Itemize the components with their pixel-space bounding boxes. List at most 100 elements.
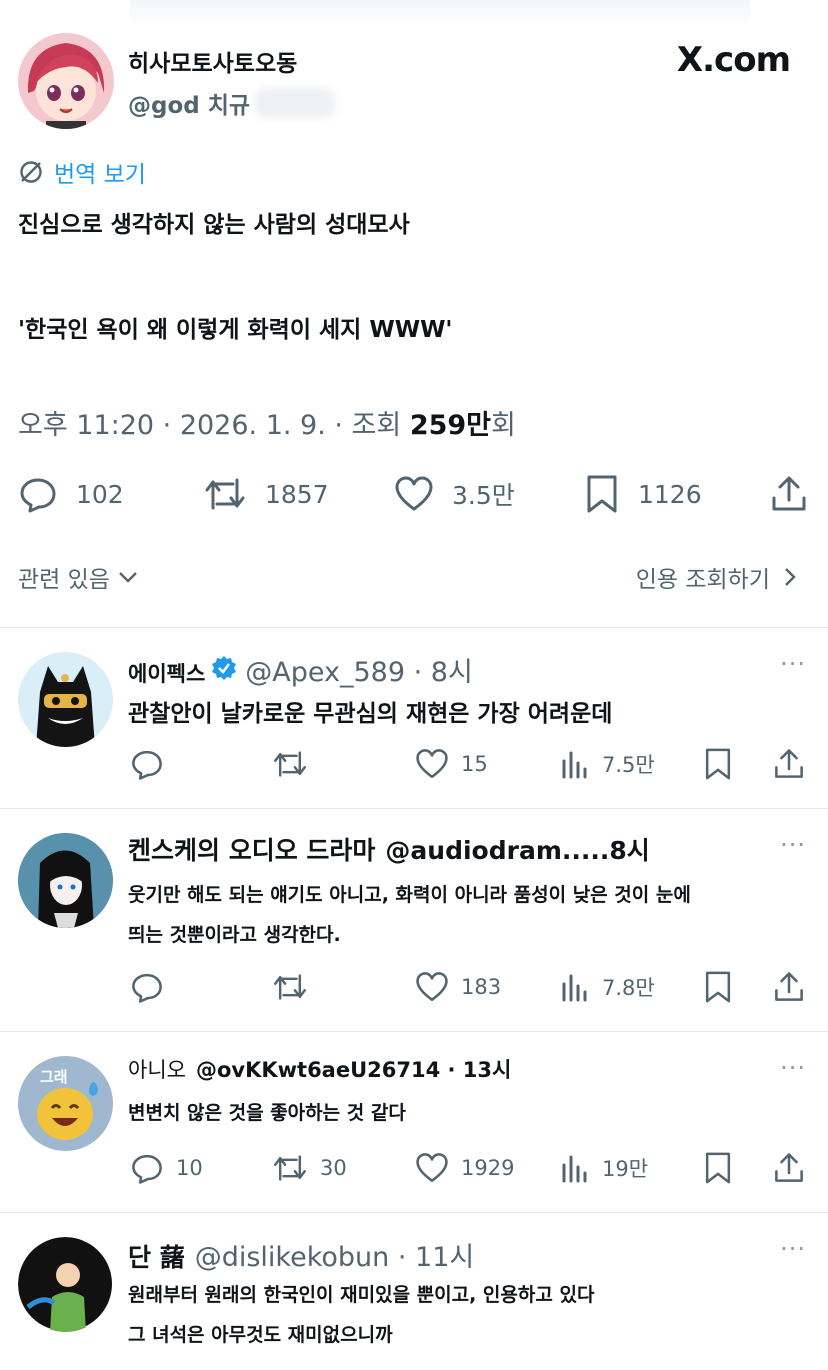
bookmark-icon — [587, 475, 617, 513]
reply-avatar[interactable] — [18, 833, 113, 928]
share-button[interactable] — [773, 1148, 817, 1188]
reply-icon — [20, 478, 56, 513]
related-toggle[interactable]: 관련 있음 — [18, 560, 140, 594]
share-button[interactable] — [773, 744, 817, 784]
chevron-right-icon — [785, 568, 796, 586]
main-action-bar: 102 1857 3.5만 1126 — [0, 470, 828, 520]
avatar-caption: 그래 — [40, 1068, 68, 1086]
translate-label: 번역 보기 — [54, 162, 146, 188]
like-icon — [416, 972, 448, 1002]
tweet-text-line-1: 진심으로 생각하지 않는 사람의 성대모사 — [18, 212, 410, 238]
like-button[interactable]: 15 — [415, 744, 488, 784]
reply-author-name[interactable]: 에이펙스 — [128, 658, 205, 688]
x-com-text: X.com — [676, 40, 791, 80]
repost-button[interactable]: 1857 — [203, 470, 329, 518]
reply-avatar[interactable] — [18, 1237, 113, 1332]
share-icon — [775, 1153, 803, 1182]
reply-button[interactable] — [130, 967, 176, 1007]
repost-count: 1857 — [265, 479, 329, 509]
reply-icon — [132, 973, 162, 1003]
like-icon — [416, 749, 448, 779]
bookmark-count: 1126 — [638, 479, 702, 509]
view-count-suffix: 회 — [491, 410, 516, 441]
reply-handle-time[interactable]: @dislikekobun · 11시 — [195, 1235, 475, 1274]
repost-button[interactable] — [272, 967, 320, 1007]
bookmark-button[interactable]: 1126 — [584, 470, 702, 518]
reply-text: 관찰안이 날카로운 무관심의 재현은 가장 어려운데 — [128, 701, 613, 727]
reply-text-line: 띄는 것뿐이라고 생각한다. — [128, 924, 341, 946]
reply-count: 102 — [76, 479, 124, 509]
tweet-meta: 오후 11:20 · 2026. 1. 9. · 조회 259만회 — [18, 403, 516, 442]
reply-author-name[interactable]: 아니오 — [128, 1054, 186, 1084]
reply-text: 변변치 않은 것을 좋아하는 것 같다 — [128, 1102, 406, 1124]
reply-item[interactable]: 에이펙스 @Apex_589 · 8시 ··· 관찰안이 날카로운 무관심의 재… — [0, 628, 828, 808]
like-count: 15 — [461, 752, 488, 776]
reply-button[interactable] — [130, 744, 176, 784]
more-icon[interactable]: ··· — [780, 831, 806, 859]
reply-text-line: 그 녀석은 아무것도 재미없으니까 — [128, 1324, 393, 1346]
reply-handle-time[interactable]: @ovKKwt6aeU26714 · 13시 — [196, 1054, 511, 1084]
views-count: 7.5만 — [602, 753, 655, 777]
views-icon — [562, 1155, 587, 1183]
reply-item[interactable]: 단 藷 @dislikekobun · 11시 ··· 원래부터 원래의 한국인… — [0, 1213, 828, 1370]
reply-button[interactable]: 10 — [130, 1148, 203, 1188]
reply-author-name[interactable]: 단 藷 — [128, 1238, 185, 1274]
related-label: 관련 있음 — [18, 567, 110, 593]
more-icon[interactable]: ··· — [780, 650, 806, 678]
handle-redaction-blur — [255, 88, 335, 118]
tweet-text-line-2: '한국인 욕이 왜 이렇게 화력이 세지 WWW' — [18, 317, 453, 343]
reply-item[interactable]: 켄스케의 오디오 드라마 @audiodram.....8시 ··· 웃기만 해… — [0, 809, 828, 1031]
main-author-name[interactable]: 히사모토사토오동 — [128, 44, 297, 78]
views-button[interactable]: 19만 — [560, 1148, 648, 1188]
repost-icon — [205, 478, 245, 510]
repost-button[interactable]: 30 — [272, 1148, 347, 1188]
like-count: 3.5만 — [452, 481, 515, 510]
more-icon[interactable]: ··· — [780, 1235, 806, 1263]
bookmark-button[interactable] — [703, 967, 745, 1007]
reply-handle-time[interactable]: @audiodram.....8시 — [385, 831, 649, 867]
bookmark-icon — [705, 971, 731, 1003]
share-icon — [772, 476, 806, 511]
reply-author-name[interactable]: 켄스케의 오디오 드라마 — [128, 831, 375, 867]
like-button[interactable]: 1929 — [415, 1148, 514, 1188]
reply-action-bar: 10 30 1929 19만 — [0, 1148, 828, 1188]
repost-button[interactable] — [272, 744, 320, 784]
like-button[interactable]: 183 — [415, 967, 501, 1007]
share-icon — [775, 972, 803, 1001]
reply-handle-time[interactable]: @Apex_589 · 8시 — [245, 650, 473, 689]
reply-header: 아니오 @ovKKwt6aeU26714 · 13시 — [128, 1054, 511, 1084]
reply-avatar[interactable] — [18, 652, 113, 747]
like-count: 1929 — [461, 1156, 515, 1180]
tweet-timestamp-date[interactable]: 오후 11:20 · 2026. 1. 9. · 조회 — [18, 410, 410, 441]
bookmark-button[interactable] — [703, 1148, 745, 1188]
views-icon — [562, 751, 587, 779]
reply-button[interactable]: 102 — [18, 470, 124, 518]
views-button[interactable]: 7.5만 — [560, 744, 655, 784]
view-quotes-link[interactable]: 인용 조회하기 — [636, 560, 802, 594]
reply-icon — [132, 1154, 162, 1184]
main-author-handle[interactable]: @god 치규 — [128, 86, 250, 120]
quotes-label: 인용 조회하기 — [635, 567, 770, 593]
reply-item[interactable]: 그래 아니오 @ovKKwt6aeU26714 · 13시 ··· 변변치 않은… — [0, 1032, 828, 1212]
reply-action-bar: 183 7.8만 — [0, 967, 828, 1007]
main-author-avatar[interactable] — [18, 33, 114, 129]
top-cropped-text-fade — [130, 0, 750, 26]
view-count: 259만 — [409, 410, 492, 441]
translate-button[interactable]: 번역 보기 — [18, 155, 146, 189]
like-button[interactable]: 3.5만 — [394, 470, 515, 518]
reply-text: 원래부터 원래의 한국인이 재미있을 뿐이고, 인용하고 있다 그 녀석은 아무… — [128, 1275, 594, 1355]
views-button[interactable]: 7.8만 — [560, 967, 655, 1007]
share-button[interactable] — [773, 967, 817, 1007]
bookmark-button[interactable] — [703, 744, 745, 784]
reply-avatar[interactable]: 그래 — [18, 1056, 113, 1151]
reply-text: 웃기만 해도 되는 얘기도 아니고, 화력이 아니라 품성이 낮은 것이 눈에 … — [128, 875, 691, 955]
share-button[interactable] — [770, 470, 826, 518]
views-icon — [562, 974, 587, 1002]
more-icon[interactable]: ··· — [780, 1054, 806, 1082]
reply-header: 에이펙스 @Apex_589 · 8시 — [128, 650, 473, 689]
like-icon — [416, 1153, 448, 1183]
reply-icon — [132, 750, 162, 780]
share-icon — [775, 749, 803, 778]
views-count: 19만 — [602, 1157, 649, 1181]
like-icon — [395, 476, 433, 511]
